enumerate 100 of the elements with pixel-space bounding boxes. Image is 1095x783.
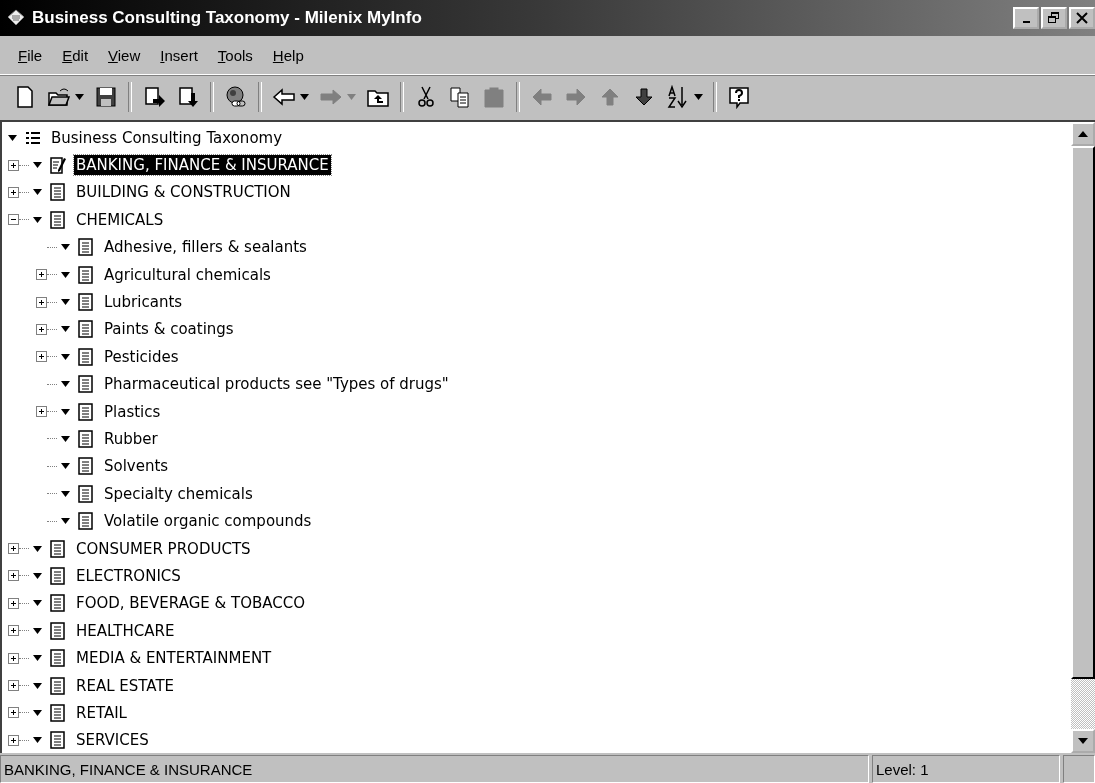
expand-icon[interactable] [8, 543, 19, 555]
close-icon [1076, 12, 1088, 24]
scroll-down-button[interactable] [1071, 729, 1095, 753]
tree-item[interactable]: Agricultural chemicals [102, 264, 273, 285]
caret-icon[interactable] [61, 271, 70, 278]
minimize-icon [1022, 21, 1030, 23]
tree-item[interactable]: Paints & coatings [102, 319, 236, 340]
caret-icon[interactable] [61, 408, 70, 415]
menu-item[interactable]: Insert [150, 46, 208, 64]
clipboard-icon [482, 85, 506, 109]
expand-icon[interactable] [8, 597, 19, 609]
dropdown-caret-icon[interactable] [75, 94, 84, 100]
expand-icon[interactable] [8, 652, 19, 664]
status-level: Level: 1 [872, 755, 1060, 783]
page-arrow-icon [142, 85, 166, 109]
expand-icon[interactable] [36, 296, 47, 308]
caret-icon[interactable] [33, 189, 42, 196]
expand-icon[interactable] [36, 406, 47, 418]
page-down-arrow-icon [176, 85, 200, 109]
expand-icon[interactable] [36, 323, 47, 335]
tree-item[interactable]: Pharmaceutical products see "Types of drugs" [102, 374, 451, 395]
caret-icon[interactable] [61, 436, 70, 442]
caret-icon[interactable] [61, 299, 70, 306]
caret-icon[interactable] [61, 326, 70, 333]
expand-icon[interactable] [36, 269, 47, 281]
expand-icon[interactable] [8, 680, 19, 691]
restore-button[interactable] [1041, 7, 1067, 29]
menu-item[interactable]: Edit [52, 46, 99, 64]
tree-item[interactable]: BANKING, FINANCE & INSURANCE [74, 155, 331, 176]
menu-item[interactable]: Tools [207, 46, 263, 64]
tree-item[interactable]: SERVICES [74, 730, 151, 751]
caret-icon[interactable] [33, 600, 42, 607]
caret-icon[interactable] [33, 545, 42, 552]
tree-item[interactable]: ELECTRONICS [74, 565, 183, 586]
tree-item[interactable]: Solvents [102, 456, 171, 477]
caret-icon[interactable] [33, 162, 42, 169]
tree-item[interactable]: Adhesive, fillers & sealants [102, 237, 309, 258]
scrollbar-thumb[interactable] [1071, 146, 1095, 679]
caret-icon[interactable] [8, 134, 17, 141]
page-icon [78, 293, 94, 312]
expand-icon[interactable] [8, 186, 19, 198]
app-icon [6, 8, 26, 28]
page-icon [50, 183, 66, 202]
caret-icon[interactable] [33, 682, 42, 689]
close-button[interactable] [1069, 7, 1095, 29]
caret-icon[interactable] [33, 709, 42, 716]
expand-icon[interactable] [8, 625, 19, 637]
tree-item[interactable]: Lubricants [102, 292, 185, 313]
scroll-up-button[interactable] [1071, 122, 1095, 146]
page-icon [78, 402, 94, 421]
menu-item[interactable]: File [8, 46, 53, 64]
page-icon [50, 594, 66, 613]
copy-pages-icon [448, 85, 472, 109]
expand-icon[interactable] [36, 351, 47, 363]
page-icon [50, 566, 66, 585]
collapse-icon[interactable] [8, 214, 19, 226]
page-icon [78, 512, 94, 531]
caret-icon[interactable] [33, 216, 42, 223]
tree-item[interactable]: Business Consulting Taxonomy [49, 127, 285, 148]
caret-icon[interactable] [33, 655, 42, 662]
caret-icon[interactable] [33, 572, 42, 579]
expand-icon[interactable] [8, 570, 19, 582]
tree-item[interactable]: REAL ESTATE [74, 675, 177, 696]
minimize-button[interactable] [1013, 7, 1039, 29]
tree-item[interactable]: FOOD, BEVERAGE & TOBACCO [74, 593, 307, 614]
menu-item[interactable]: View [98, 46, 151, 64]
page-icon [78, 265, 94, 284]
expand-icon[interactable] [8, 734, 19, 746]
tree-item[interactable]: HEALTHCARE [74, 620, 177, 641]
page-icon [78, 457, 94, 476]
restore-icon [1048, 12, 1060, 24]
caret-icon[interactable] [61, 244, 70, 251]
caret-icon[interactable] [61, 381, 70, 388]
caret-icon[interactable] [61, 353, 70, 360]
tree-item[interactable]: Pesticides [102, 346, 181, 367]
tree-item[interactable]: RETAIL [74, 702, 129, 723]
page-icon [78, 484, 94, 503]
caret-icon[interactable] [61, 463, 70, 470]
caret-icon[interactable] [33, 627, 42, 634]
page-icon [50, 731, 66, 750]
caret-icon[interactable] [33, 737, 42, 744]
page-icon [50, 539, 66, 558]
expand-icon[interactable] [8, 707, 19, 719]
dropdown-caret-icon[interactable] [694, 94, 703, 100]
tree-item[interactable]: Specialty chemicals [102, 483, 255, 504]
menu-item[interactable]: Help [262, 46, 314, 64]
tree-item[interactable]: BUILDING & CONSTRUCTION [74, 182, 293, 203]
tree-item[interactable]: Volatile organic compounds [102, 511, 314, 532]
tree-item[interactable]: Plastics [102, 401, 163, 422]
caret-icon[interactable] [61, 490, 70, 497]
caret-icon[interactable] [61, 518, 70, 525]
expand-icon[interactable] [8, 159, 19, 171]
tree-item[interactable]: MEDIA & ENTERTAINMENT [74, 648, 274, 669]
tree-item[interactable]: CHEMICALS [74, 209, 166, 230]
help-icon [727, 85, 751, 109]
tree-item[interactable]: Rubber [102, 429, 160, 449]
tree-item[interactable]: CONSUMER PRODUCTS [74, 538, 253, 559]
window-title: Business Consulting Taxonomy - Milenix MyInfo [32, 8, 423, 28]
dropdown-caret-icon[interactable] [300, 94, 309, 100]
status-panel [1063, 755, 1095, 783]
